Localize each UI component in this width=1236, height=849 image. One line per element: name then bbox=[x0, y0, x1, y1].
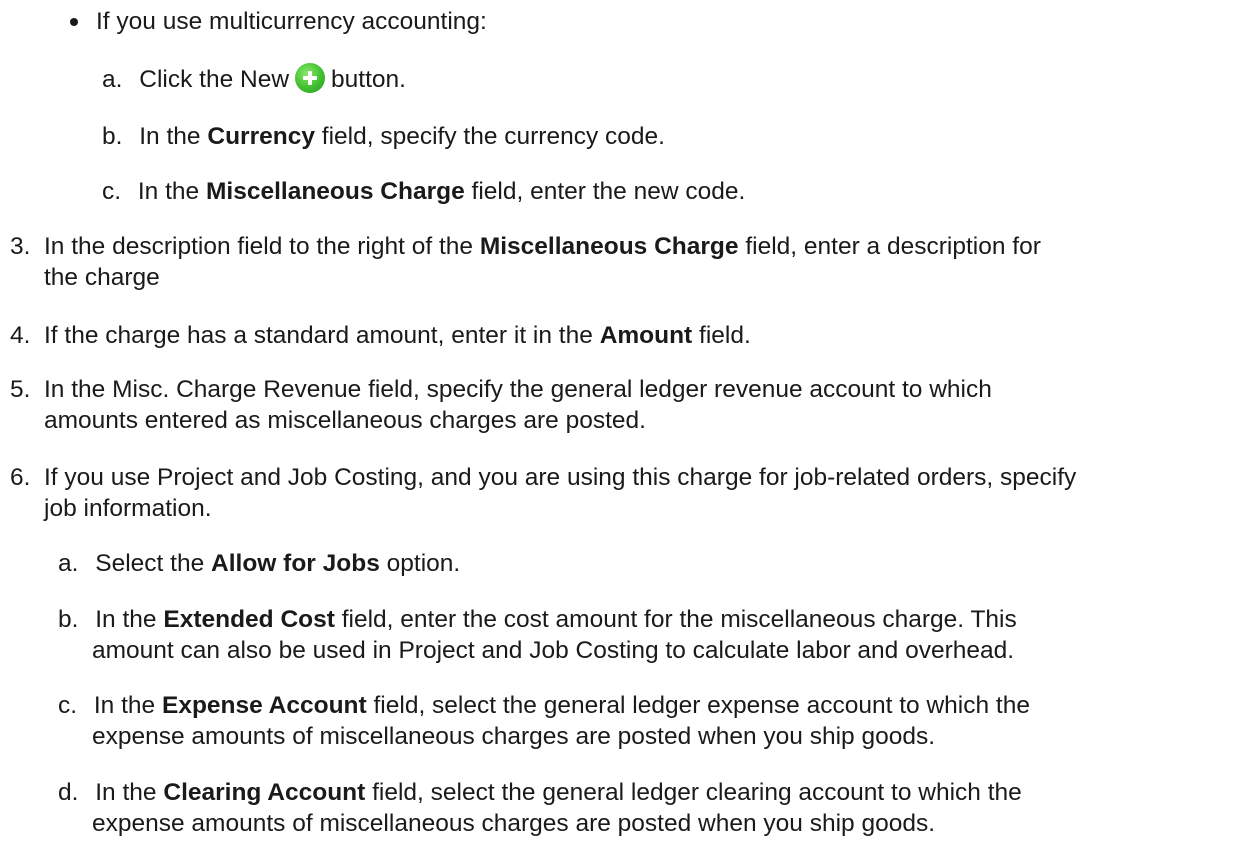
step-3-line-2: the charge bbox=[44, 264, 160, 291]
sub-step-a: a. Click the New button. bbox=[102, 63, 406, 96]
field-name-currency: Currency bbox=[207, 123, 315, 150]
bullet-item-multicurrency: If you use multicurrency accounting: bbox=[70, 6, 487, 38]
step-text: field, select the general ledger clearin… bbox=[372, 779, 1022, 806]
field-name-clearing-account: Clearing Account bbox=[163, 779, 366, 806]
step-6-sub-b: b. In the Extended Cost field, enter the… bbox=[58, 604, 1017, 636]
step-number: 6. bbox=[10, 464, 31, 491]
step-text: In the bbox=[137, 178, 200, 205]
field-name-expense-account: Expense Account bbox=[162, 692, 367, 719]
add-circle-green-icon bbox=[295, 63, 326, 93]
step-text: In the bbox=[95, 779, 157, 806]
step-6-sub-d-line-2: expense amounts of miscellaneous charges… bbox=[92, 810, 936, 837]
step-text: In the bbox=[139, 123, 201, 150]
step-text: button. bbox=[331, 66, 406, 93]
step-marker: b. bbox=[102, 123, 123, 150]
step-text: If the charge has a standard amount, ent… bbox=[44, 322, 593, 349]
bullet-dot bbox=[70, 18, 78, 26]
step-5-line-1: In the Misc. Charge Revenue field, speci… bbox=[44, 376, 992, 403]
step-text: Click the New bbox=[139, 66, 290, 93]
step-5-line-2: amounts entered as miscellaneous charges… bbox=[44, 407, 646, 434]
step-text: field, enter the cost amount for the mis… bbox=[341, 606, 1017, 633]
step-text: Select the bbox=[95, 550, 205, 577]
step-6-sub-c: c. In the Expense Account field, select … bbox=[58, 690, 1030, 722]
step-text: field, enter the new code. bbox=[471, 178, 746, 205]
step-4-line-1: If the charge has a standard amount, ent… bbox=[44, 320, 751, 352]
step-text: In the description field to the right of… bbox=[44, 233, 474, 260]
step-text: field, enter a description for bbox=[745, 233, 1041, 260]
bullet-text: If you use multicurrency accounting: bbox=[96, 8, 487, 35]
step-6-line-2: job information. bbox=[44, 495, 212, 522]
document-page: If you use multicurrency accounting: a. … bbox=[0, 0, 1236, 849]
step-6-sub-a: a. Select the Allow for Jobs option. bbox=[58, 548, 460, 580]
field-name-miscellaneous-charge: Miscellaneous Charge bbox=[206, 178, 465, 205]
field-name-miscellaneous-charge: Miscellaneous Charge bbox=[479, 233, 739, 260]
step-6-sub-b-line-2: amount can also be used in Project and J… bbox=[92, 637, 1015, 664]
step-text: field, specify the currency code. bbox=[321, 123, 665, 150]
step-marker: a. bbox=[58, 550, 79, 577]
step-text: In the bbox=[93, 692, 156, 719]
sub-step-b: b. In the Currency field, specify the cu… bbox=[102, 121, 665, 153]
step-text: In the bbox=[95, 606, 157, 633]
sub-step-c: c. In the Miscellaneous Charge field, en… bbox=[102, 176, 745, 208]
step-number: 3. bbox=[10, 233, 31, 260]
field-name-amount: Amount bbox=[599, 322, 693, 349]
step-marker: d. bbox=[58, 779, 79, 806]
step-text: field, select the general ledger expense… bbox=[373, 692, 1030, 719]
field-name-allow-for-jobs: Allow for Jobs bbox=[211, 550, 380, 577]
step-marker: b. bbox=[58, 606, 79, 633]
step-marker: c. bbox=[58, 692, 78, 719]
step-text: field. bbox=[699, 322, 751, 349]
step-6-sub-d: d. In the Clearing Account field, select… bbox=[58, 777, 1022, 809]
step-marker: a. bbox=[102, 66, 123, 93]
step-number: 4. bbox=[10, 322, 31, 349]
step-marker: c. bbox=[102, 178, 122, 205]
step-3-line-1: In the description field to the right of… bbox=[44, 231, 1041, 263]
step-6-line-1: If you use Project and Job Costing, and … bbox=[44, 464, 1077, 491]
field-name-extended-cost: Extended Cost bbox=[163, 606, 335, 633]
step-number: 5. bbox=[10, 376, 31, 403]
step-text: option. bbox=[386, 550, 461, 577]
step-6-sub-c-line-2: expense amounts of miscellaneous charges… bbox=[92, 723, 936, 750]
